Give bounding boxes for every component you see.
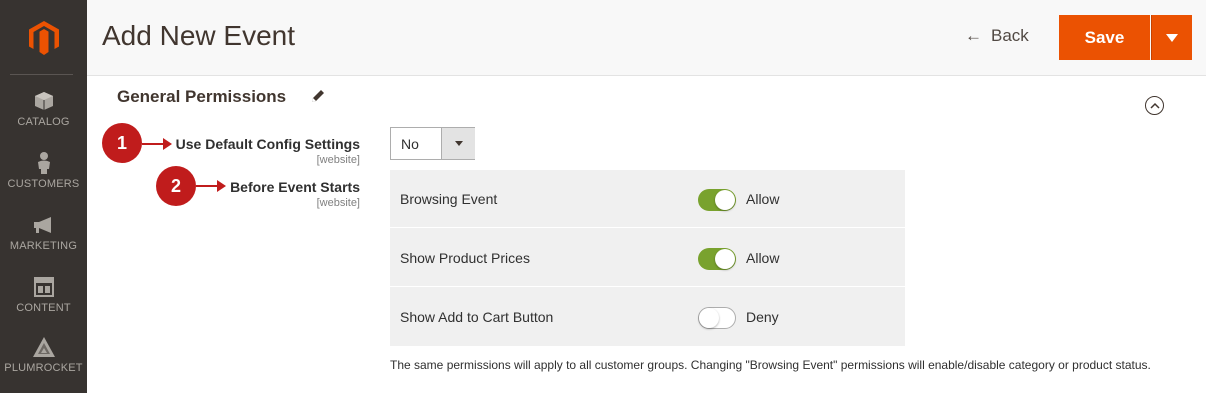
permission-label: Show Add to Cart Button <box>400 309 554 325</box>
toggle-state-label: Allow <box>746 250 780 266</box>
callout-arrow-1 <box>142 138 172 150</box>
callout-badge-1: 1 <box>102 123 142 163</box>
admin-sidebar: CATALOG CUSTOMERS MARKETING CONTENT PLUM… <box>0 0 87 393</box>
sidebar-item-customers[interactable]: CUSTOMERS <box>0 140 87 202</box>
toggle-knob <box>715 190 735 210</box>
toggle-knob <box>715 249 735 269</box>
select-value: No <box>401 136 419 152</box>
permission-label: Show Product Prices <box>400 250 530 266</box>
collapse-section-button[interactable] <box>1145 96 1164 115</box>
save-button[interactable]: Save <box>1059 15 1150 60</box>
cube-icon <box>32 90 56 112</box>
sidebar-item-label: MARKETING <box>9 240 78 252</box>
toggle-knob <box>699 308 719 328</box>
toggle-state-label: Deny <box>746 309 779 325</box>
sidebar-divider <box>10 74 73 75</box>
pencil-icon[interactable] <box>310 88 326 104</box>
magento-logo-icon <box>28 20 59 55</box>
megaphone-icon <box>32 214 56 236</box>
back-button-label: Back <box>991 26 1029 45</box>
person-icon <box>32 152 56 174</box>
toggle-state-label: Allow <box>746 191 780 207</box>
use-default-config-select[interactable]: No <box>390 127 475 160</box>
use-default-config-label: Use Default Config Settings <box>175 136 360 152</box>
caret-down-icon <box>454 141 463 146</box>
permission-row-show-product-prices: Show Product Prices Allow <box>390 229 905 287</box>
sidebar-item-label: CUSTOMERS <box>7 178 80 190</box>
chevron-up-icon <box>1149 102 1160 109</box>
save-options-dropdown-button[interactable] <box>1151 15 1192 60</box>
use-default-scope-label: [website] <box>316 154 360 166</box>
sidebar-item-label: CATALOG <box>17 116 70 128</box>
select-dropdown-button[interactable] <box>441 128 475 159</box>
page-header: Add New Event ← Back Save <box>87 0 1206 76</box>
permissions-note: The same permissions will apply to all c… <box>390 358 1151 372</box>
sidebar-item-plumrocket[interactable]: PLUMROCKET <box>0 324 87 386</box>
sidebar-item-content[interactable]: CONTENT <box>0 264 87 326</box>
permission-row-show-add-to-cart: Show Add to Cart Button Deny <box>390 288 905 346</box>
caret-down-icon <box>1166 33 1178 42</box>
layout-icon <box>32 276 56 298</box>
magento-logo[interactable] <box>0 0 87 75</box>
arrow-left-icon: ← <box>965 26 982 45</box>
before-event-scope-label: [website] <box>316 197 360 209</box>
browsing-event-toggle[interactable] <box>698 189 736 211</box>
permission-row-browsing-event: Browsing Event Allow <box>390 170 905 228</box>
show-add-to-cart-toggle[interactable] <box>698 307 736 329</box>
show-product-prices-toggle[interactable] <box>698 248 736 270</box>
permissions-table: Browsing Event Allow Show Product Prices… <box>390 170 905 346</box>
plumrocket-icon <box>32 336 56 358</box>
section-title: General Permissions <box>117 87 287 106</box>
back-button[interactable]: ← Back <box>965 26 1029 46</box>
sidebar-item-marketing[interactable]: MARKETING <box>0 202 87 264</box>
sidebar-item-catalog[interactable]: CATALOG <box>0 78 87 140</box>
before-event-starts-label: Before Event Starts <box>230 179 360 195</box>
sidebar-item-label: PLUMROCKET <box>4 362 83 374</box>
permission-label: Browsing Event <box>400 191 498 207</box>
sidebar-item-label: CONTENT <box>16 302 71 314</box>
page-title: Add New Event <box>102 20 295 51</box>
